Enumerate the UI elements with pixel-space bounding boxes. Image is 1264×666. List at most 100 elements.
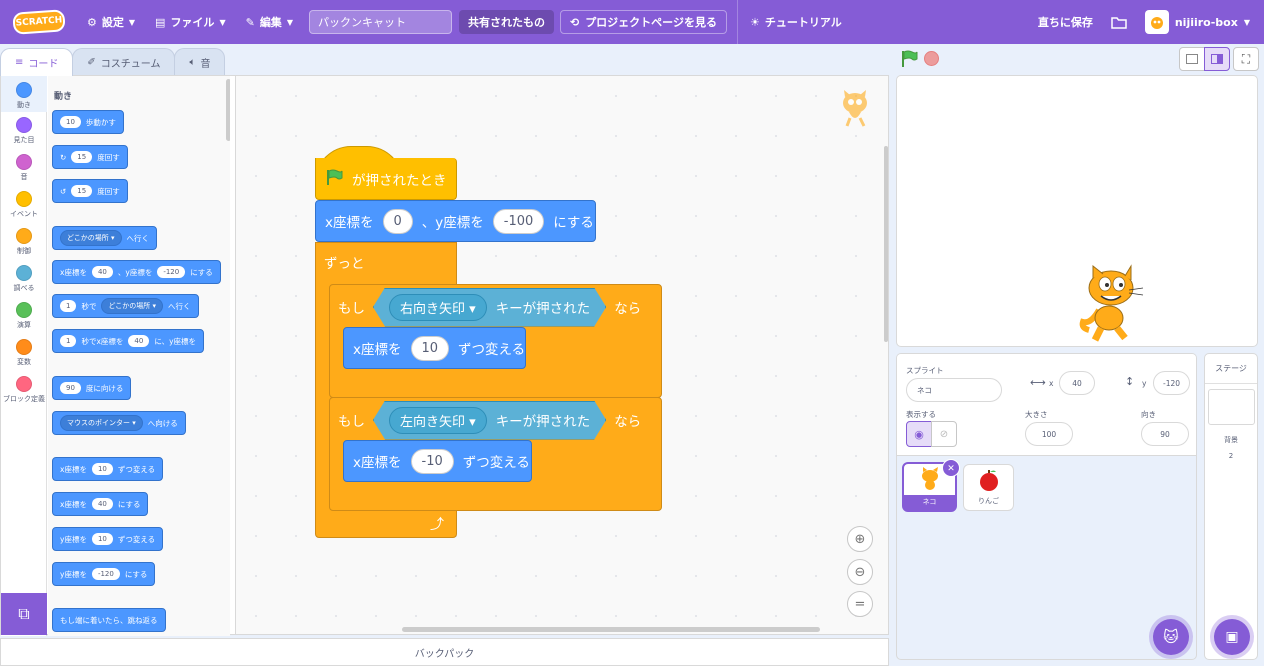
palette-block-point-towards[interactable]: マウスのポインター ▾ へ向ける [52, 411, 186, 435]
block-input[interactable]: 15 [71, 185, 93, 197]
block-input[interactable]: 10 [91, 533, 113, 545]
block-input[interactable]: -120 [157, 266, 186, 278]
block-dropdown[interactable]: どこかの場所 ▾ [101, 298, 164, 314]
category-operators[interactable]: 演算 [1, 302, 47, 330]
y-input[interactable]: -100 [492, 208, 545, 234]
key-pressed-sensor-left[interactable]: 左向き矢印 ▾ キーが押された [373, 401, 606, 440]
sprite-tile-apple[interactable]: りんご [963, 464, 1014, 511]
small-stage-button[interactable] [1179, 47, 1205, 71]
palette-block-set-x[interactable]: x座標を 40 にする [52, 492, 149, 516]
category-looks[interactable]: 見た目 [1, 117, 47, 145]
block-input[interactable]: 40 [91, 266, 113, 278]
goto-xy-block[interactable]: x座標を 0 、y座標を -100 にする [315, 200, 596, 242]
block-input[interactable]: 1 [60, 300, 77, 312]
block-dropdown[interactable]: どこかの場所 ▾ [60, 230, 122, 246]
category-control[interactable]: 制御 [1, 228, 47, 256]
palette-block-goto[interactable]: どこかの場所 ▾ へ行く [52, 226, 158, 250]
menu-divider [736, 0, 738, 44]
fullscreen-icon: ⛶ [1241, 51, 1251, 66]
category-my-blocks[interactable]: ブロック定義 [1, 376, 47, 404]
cat-sprite[interactable] [1073, 264, 1147, 344]
tutorials-button[interactable]: ☀ チュートリアル [750, 14, 842, 30]
edit-menu[interactable]: ✎ 編集 ▼ [236, 0, 303, 44]
block-dropdown[interactable]: マウスのポインター ▾ [60, 415, 143, 431]
project-title-input[interactable] [308, 10, 452, 34]
block-input[interactable]: 1 [60, 335, 77, 347]
palette-block-glide-xy[interactable]: 1 秒でx座標を 40 に、y座標を [52, 329, 205, 353]
size-input[interactable]: 100 [1025, 422, 1073, 446]
fullscreen-button[interactable]: ⛶ [1233, 47, 1259, 71]
flyout-scrollbar[interactable] [226, 79, 230, 141]
change-x-block-left[interactable]: x座標を -10 ずつ変える [343, 440, 532, 482]
key-pressed-sensor-right[interactable]: 右向き矢印 ▾ キーが押された [373, 288, 606, 327]
change-x-block-right[interactable]: x座標を 10 ずつ変える [343, 327, 526, 369]
when-flag-clicked-block[interactable]: が押されたとき [315, 158, 457, 200]
key-dropdown[interactable]: 右向き矢印 ▾ [389, 294, 487, 321]
script-vscrollbar[interactable] [884, 146, 888, 342]
stop-button[interactable] [924, 51, 939, 66]
green-flag-button[interactable] [900, 50, 918, 72]
category-sound[interactable]: 音 [1, 154, 47, 182]
add-extension-button[interactable]: ⧉ [1, 593, 47, 635]
save-now-button[interactable]: 直ちに保存 [1024, 14, 1107, 30]
block-input[interactable]: 90 [60, 382, 81, 394]
zoom-out-button[interactable]: ⊖ [847, 559, 873, 585]
zoom-in-button[interactable]: ⊕ [847, 526, 873, 552]
x-input[interactable]: 0 [382, 208, 413, 234]
block-input[interactable]: 10 [91, 463, 113, 475]
script-hscrollbar[interactable] [402, 627, 820, 632]
block-text: ずつ変える [458, 342, 526, 358]
stage-target-pane[interactable]: ステージ 背景 2 ▣ [1204, 353, 1258, 660]
tab-costumes[interactable]: ✐ コスチューム [72, 48, 176, 76]
sprite-name-input[interactable]: ネコ [906, 378, 1002, 402]
file-menu[interactable]: ▤ ファイル ▼ [145, 0, 236, 44]
palette-block-change-y[interactable]: y座標を 10 ずつ変える [52, 527, 164, 551]
palette-block-change-x[interactable]: x座標を 10 ずつ変える [52, 457, 164, 481]
add-backdrop-button[interactable]: ▣ [1214, 619, 1250, 655]
x-change-input[interactable]: -10 [410, 448, 454, 474]
shared-button[interactable]: 共有されたもの [458, 10, 554, 34]
backpack-bar[interactable]: バックパック [0, 638, 889, 666]
block-input[interactable]: 10 [60, 116, 81, 128]
category-events[interactable]: イベント [1, 191, 47, 219]
palette-block-turn-left[interactable]: ↺ 15 度回す [52, 179, 128, 203]
key-dropdown[interactable]: 左向き矢印 ▾ [389, 407, 487, 434]
block-text: 、y座標を [117, 267, 153, 277]
block-input[interactable]: 15 [71, 151, 93, 163]
delete-sprite-button[interactable]: ✕ [942, 459, 960, 477]
palette-block-turn-right[interactable]: ↻ 15 度回す [52, 145, 128, 169]
palette-block-goto-xy[interactable]: x座標を 40 、y座標を -120 にする [52, 260, 221, 284]
palette-block-point-direction[interactable]: 90 度に向ける [52, 376, 132, 400]
block-input[interactable]: -120 [91, 568, 120, 580]
y-input[interactable]: -120 [1153, 371, 1190, 395]
direction-input[interactable]: 90 [1141, 422, 1189, 446]
apple-thumbnail [979, 470, 998, 491]
show-hidden-button[interactable]: ⊘ [931, 421, 957, 447]
user-menu[interactable]: nijiiro-box ▼ [1139, 10, 1264, 34]
settings-menu[interactable]: ⚙ 設定 ▼ [77, 0, 145, 44]
category-sensing[interactable]: 調べる [1, 265, 47, 293]
palette-block-set-y[interactable]: y座標を -120 にする [52, 562, 156, 586]
my-stuff-folder-icon[interactable] [1107, 0, 1131, 44]
palette-block-move[interactable]: 10 歩動かす [52, 110, 124, 134]
block-input[interactable]: 40 [128, 335, 150, 347]
extension-icon: ⧉ [18, 604, 30, 623]
show-visible-button[interactable]: ◉ [906, 421, 932, 447]
large-stage-button[interactable] [1204, 47, 1230, 71]
tab-code[interactable]: ≡ コード [0, 48, 74, 76]
see-project-page-button[interactable]: ⟲ プロジェクトページを見る [559, 10, 727, 34]
add-sprite-button[interactable]: 🐱︎ [1153, 619, 1189, 655]
script-area[interactable]: が押されたとき x座標を 0 、y座標を -100 にする ずっと ⤴ もし 右… [235, 75, 889, 635]
category-motion[interactable]: 動き [1, 76, 47, 112]
x-change-input[interactable]: 10 [410, 335, 450, 361]
zoom-reset-button[interactable]: = [847, 591, 873, 617]
x-input[interactable]: 40 [1059, 371, 1095, 395]
palette-block-glide[interactable]: 1 秒で どこかの場所 ▾ へ行く [52, 294, 199, 318]
block-input[interactable]: 40 [91, 498, 113, 510]
category-variables[interactable]: 変数 [1, 339, 47, 367]
sprite-tile-cat[interactable]: ネコ ✕ [902, 459, 960, 512]
stage[interactable] [896, 75, 1258, 347]
tab-sounds[interactable]: 🔈︎ 音 [174, 48, 226, 76]
scratch-logo[interactable]: SCRATCH [12, 9, 66, 35]
palette-block-bounce[interactable]: もし端に着いたら、跳ね返る [52, 608, 166, 632]
